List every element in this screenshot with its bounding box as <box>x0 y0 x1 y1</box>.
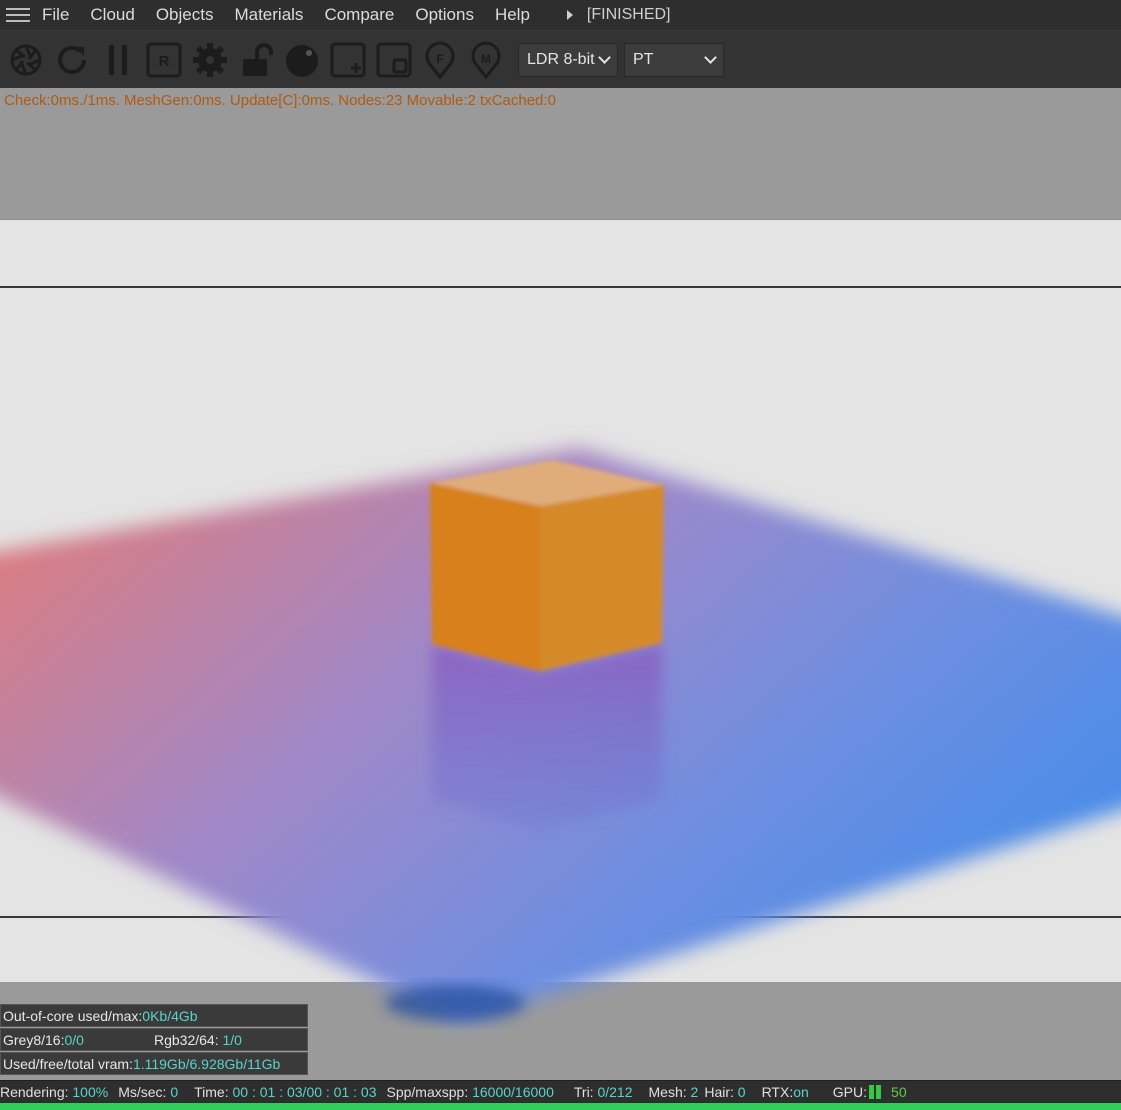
rgb-label: Rgb32/64: <box>154 1031 223 1048</box>
hair-status: Hair: 0 <box>704 1084 745 1100</box>
rgb-value: 1/0 <box>222 1031 242 1048</box>
time-label: Time: <box>194 1083 229 1100</box>
play-arrow-icon <box>566 10 573 20</box>
rendering-value: 100% <box>72 1083 109 1100</box>
menu-objects[interactable]: Objects <box>156 5 214 25</box>
tri-value: 0/212 <box>597 1083 633 1100</box>
hair-value: 0 <box>737 1083 746 1100</box>
hair-label: Hair: <box>704 1083 734 1100</box>
plane-shadow <box>385 985 525 1021</box>
out-of-core-info: Out-of-core used/max: 0Kb/4Gb <box>0 1004 308 1027</box>
ms-per-sec-value: 0 <box>170 1083 179 1100</box>
mesh-value: 2 <box>690 1083 699 1100</box>
svg-text:M: M <box>481 52 491 66</box>
mesh-status: Mesh: 2 <box>649 1084 699 1100</box>
vram-info: Used/free/total vram: 1.119Gb/6.928Gb/11… <box>0 1052 308 1075</box>
pause-icon[interactable] <box>96 38 140 82</box>
gpu-usage-icon <box>869 1084 882 1099</box>
sphere-icon[interactable] <box>280 38 324 82</box>
chevron-down-icon <box>704 50 717 64</box>
ooc-value: 0Kb/4Gb <box>142 1007 198 1024</box>
rendering-status: Rendering: 100% <box>0 1084 108 1100</box>
kernel-dropdown[interactable]: PT <box>624 42 724 77</box>
cube-reflection <box>432 644 662 830</box>
rendering-label: Rendering: <box>0 1083 69 1100</box>
ooc-label: Out-of-core used/max: <box>3 1007 143 1024</box>
render-viewport[interactable]: Check:0ms./1ms. MeshGen:0ms. Update[C]:0… <box>0 88 1121 1080</box>
material-pin-icon[interactable]: M <box>464 38 508 82</box>
tri-label: Tri: <box>573 1083 594 1100</box>
menu-help[interactable]: Help <box>495 5 530 25</box>
mesh-label: Mesh: <box>648 1083 687 1100</box>
grey-value: 0/0 <box>64 1031 84 1048</box>
rtx-status: RTX:on <box>762 1084 809 1100</box>
gear-icon[interactable] <box>188 38 232 82</box>
orange-cube <box>430 460 664 671</box>
region-add-icon[interactable] <box>326 38 370 82</box>
rtx-label: RTX: <box>761 1083 794 1100</box>
reload-icon[interactable] <box>50 38 94 82</box>
render-progress-fill <box>0 1103 1121 1110</box>
toolbar: R F M LDR 8-bit PT <box>0 30 1121 88</box>
spp-status: Spp/maxspp: 16000/16000 <box>387 1084 554 1100</box>
vram-label: Used/free/total vram: <box>3 1055 133 1072</box>
rtx-value: on <box>793 1083 809 1100</box>
status-bar: Rendering: 100% Ms/sec: 0 Time: 00 : 01 … <box>0 1080 1121 1102</box>
r-box-icon[interactable]: R <box>142 38 186 82</box>
tri-status: Tri: 0/212 <box>574 1084 633 1100</box>
display-mode-dropdown[interactable]: LDR 8-bit <box>518 42 618 77</box>
svg-text:R: R <box>159 53 170 70</box>
render-image <box>0 448 1121 1023</box>
kernel-value: PT <box>633 50 654 68</box>
time-value: 00 : 01 : 03/00 : 01 : 03 <box>232 1083 377 1100</box>
ms-per-sec-status: Ms/sec: 0 <box>118 1084 178 1100</box>
render-progress-bar <box>0 1103 1121 1110</box>
focus-pin-icon[interactable]: F <box>418 38 462 82</box>
vram-value: 1.119Gb/6.928Gb/11Gb <box>132 1055 281 1072</box>
ms-per-sec-label: Ms/sec: <box>118 1083 167 1100</box>
time-status: Time: 00 : 01 : 03/00 : 01 : 03 <box>194 1084 376 1100</box>
gpu-value: 50 <box>891 1083 907 1100</box>
menu-compare[interactable]: Compare <box>324 5 394 25</box>
gpu-label: GPU: <box>832 1083 868 1100</box>
menu-bar: File Cloud Objects Materials Compare Opt… <box>0 0 1121 30</box>
display-mode-value: LDR 8-bit <box>527 50 595 68</box>
spp-label: Spp/maxspp: <box>386 1083 469 1100</box>
render-status-label: [FINISHED] <box>586 6 671 23</box>
svg-text:F: F <box>436 52 443 66</box>
scene-stats-line: Check:0ms./1ms. MeshGen:0ms. Update[C]:0… <box>4 92 556 109</box>
menu-materials[interactable]: Materials <box>234 5 303 25</box>
texture-count-info: Grey8/16: 0/0 Rgb32/64: 1/0 <box>0 1028 308 1051</box>
region-icon[interactable] <box>372 38 416 82</box>
menu-options[interactable]: Options <box>415 5 474 25</box>
hamburger-menu-icon[interactable] <box>6 6 30 24</box>
menu-file[interactable]: File <box>42 5 69 25</box>
unlock-icon[interactable] <box>234 38 278 82</box>
aperture-icon[interactable] <box>4 38 48 82</box>
menu-cloud[interactable]: Cloud <box>90 5 134 25</box>
chevron-down-icon <box>598 50 611 64</box>
grey-label: Grey8/16: <box>3 1031 65 1048</box>
spp-value: 16000/16000 <box>472 1083 554 1100</box>
